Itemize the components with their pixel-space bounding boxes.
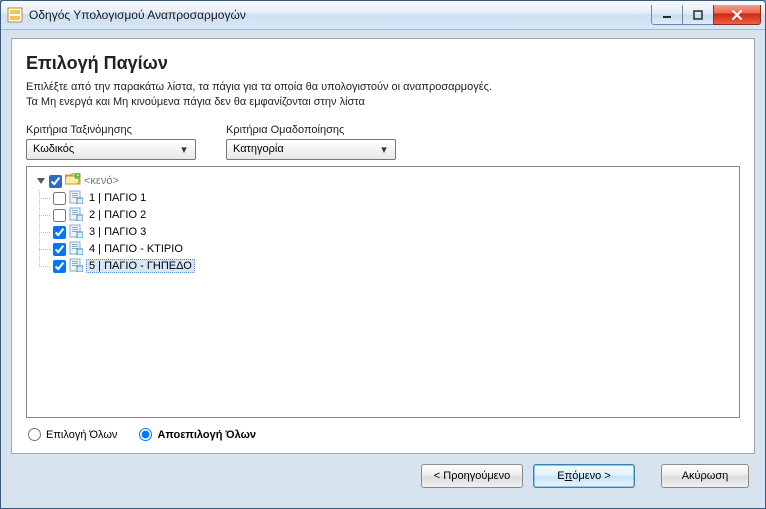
wizard-window: Οδηγός Υπολογισμού Αναπροσαρμογών Επιλογ… (0, 0, 766, 509)
selection-radio-row: Επιλογή Όλων Αποεπιλογή Όλων (26, 426, 740, 443)
chevron-down-icon: ▾ (177, 143, 191, 156)
group-criteria-value: Κατηγορία (233, 143, 377, 155)
deselect-all-radio[interactable]: Αποεπιλογή Όλων (139, 428, 256, 441)
instructions: Επιλέξτε από την παρακάτω λίστα, τα πάγι… (26, 80, 740, 110)
tree-item-label: 3 | ΠΑΓΙΟ 3 (86, 225, 149, 239)
tree-item[interactable]: 2 | ΠΑΓΙΟ 2 (45, 207, 735, 224)
tree-item-checkbox[interactable] (53, 209, 66, 222)
tree-item-checkbox[interactable] (53, 243, 66, 256)
page-title: Επιλογή Παγίων (26, 53, 740, 74)
minimize-button[interactable] (651, 5, 683, 25)
deselect-all-radio-input[interactable] (139, 428, 152, 441)
tree-item-label: 4 | ΠΑΓΙΟ - ΚΤΙΡΙΟ (86, 242, 186, 256)
wizard-panel: Επιλογή Παγίων Επιλέξτε από την παρακάτω… (11, 38, 755, 454)
cancel-button[interactable]: Ακύρωση (661, 464, 749, 488)
tree-root-label: <κενό> (84, 175, 119, 187)
select-all-radio-input[interactable] (28, 428, 41, 441)
deselect-all-label: Αποεπιλογή Όλων (157, 429, 256, 441)
document-icon (69, 258, 83, 275)
sort-criteria-block: Κριτήρια Ταξινόμησης Κωδικός ▾ (26, 124, 196, 160)
folder-icon (65, 173, 81, 189)
tree-item-label: 2 | ΠΑΓΙΟ 2 (86, 208, 149, 222)
group-criteria-combo[interactable]: Κατηγορία ▾ (226, 139, 396, 160)
tree-item-checkbox[interactable] (53, 260, 66, 273)
window-controls (652, 5, 761, 25)
window-title: Οδηγός Υπολογισμού Αναπροσαρμογών (29, 8, 652, 22)
group-criteria-block: Κριτήρια Ομαδοποίησης Κατηγορία ▾ (226, 124, 396, 160)
next-button[interactable]: Επόμενο > (533, 464, 635, 488)
sort-criteria-label: Κριτήρια Ταξινόμησης (26, 124, 196, 136)
select-all-label: Επιλογή Όλων (46, 429, 117, 441)
tree-item[interactable]: 5 | ΠΑΓΙΟ - ΓΗΠΕΔΟ (45, 258, 735, 275)
document-icon (69, 190, 83, 207)
collapse-icon[interactable] (35, 175, 47, 187)
tree-item-label: 5 | ΠΑΓΙΟ - ΓΗΠΕΔΟ (86, 259, 195, 273)
wizard-footer: < Προηγούμενο Επόμενο > Ακύρωση (11, 454, 755, 498)
maximize-button[interactable] (682, 5, 714, 25)
chevron-down-icon: ▾ (377, 143, 391, 156)
group-criteria-label: Κριτήρια Ομαδοποίησης (226, 124, 396, 136)
instructions-line-2: Τα Μη ενεργά και Μη κινούμενα πάγια δεν … (26, 96, 365, 108)
assets-tree[interactable]: <κενό> 1 | ΠΑΓΙΟ 1 2 | ΠΑΓΙΟ 2 3 | ΠΑΓΙΟ… (26, 166, 740, 418)
tree-item-label: 1 | ΠΑΓΙΟ 1 (86, 191, 149, 205)
tree-root-checkbox[interactable] (49, 175, 62, 188)
titlebar: Οδηγός Υπολογισμού Αναπροσαρμογών (1, 1, 765, 30)
select-all-radio[interactable]: Επιλογή Όλων (28, 428, 117, 441)
tree-item[interactable]: 4 | ΠΑΓΙΟ - ΚΤΙΡΙΟ (45, 241, 735, 258)
tree-root-row[interactable]: <κενό> (35, 173, 735, 190)
instructions-line-1: Επιλέξτε από την παρακάτω λίστα, τα πάγι… (26, 81, 492, 93)
document-icon (69, 224, 83, 241)
criteria-row: Κριτήρια Ταξινόμησης Κωδικός ▾ Κριτήρια … (26, 124, 740, 160)
previous-button[interactable]: < Προηγούμενο (421, 464, 523, 488)
app-icon (7, 7, 23, 23)
sort-criteria-combo[interactable]: Κωδικός ▾ (26, 139, 196, 160)
tree-item[interactable]: 1 | ΠΑΓΙΟ 1 (45, 190, 735, 207)
tree-item[interactable]: 3 | ΠΑΓΙΟ 3 (45, 224, 735, 241)
tree-item-checkbox[interactable] (53, 226, 66, 239)
document-icon (69, 207, 83, 224)
sort-criteria-value: Κωδικός (33, 143, 177, 155)
client-area: Επιλογή Παγίων Επιλέξτε από την παρακάτω… (1, 30, 765, 508)
tree-item-checkbox[interactable] (53, 192, 66, 205)
document-icon (69, 241, 83, 258)
close-button[interactable] (713, 5, 761, 25)
